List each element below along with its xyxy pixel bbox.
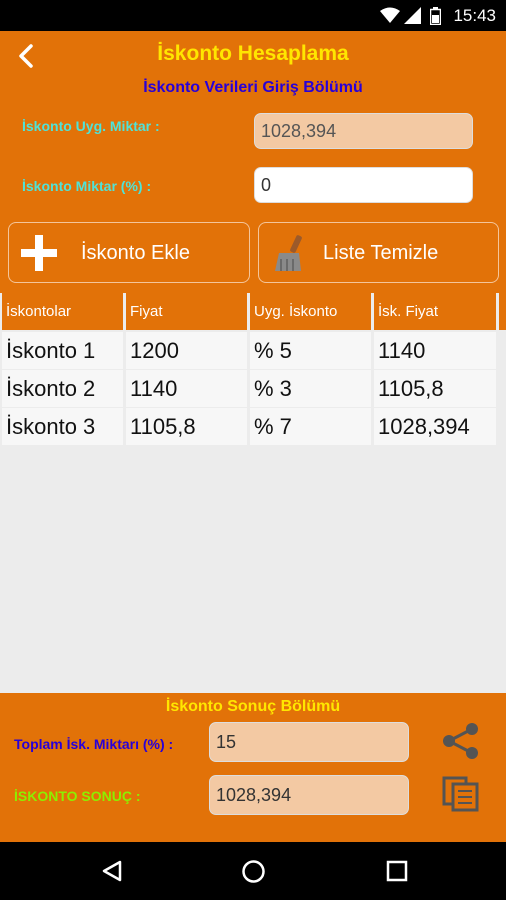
table-cell: 1140	[126, 370, 247, 407]
clear-list-label: Liste Temizle	[323, 242, 439, 264]
discount-percent-input[interactable]: 0	[254, 167, 473, 203]
total-discount-label: Toplam İsk. Miktarı (%) :	[14, 736, 174, 752]
table-cell: İskonto 3	[2, 408, 123, 445]
home-nav-icon[interactable]	[241, 859, 266, 884]
table-cell: % 5	[250, 332, 371, 369]
back-nav-icon[interactable]	[100, 859, 124, 883]
column-header-edge	[499, 293, 506, 330]
applied-amount-field: 1028,394	[254, 113, 473, 149]
table-cell: 1200	[126, 332, 247, 369]
copy-icon[interactable]	[442, 776, 480, 812]
table-cell: 1028,394	[374, 408, 496, 445]
section-subtitle: İskonto Verileri Giriş Bölümü	[143, 79, 363, 96]
recents-nav-icon[interactable]	[386, 860, 408, 882]
applied-amount-label: İskonto Uyg. Miktar :	[22, 118, 160, 134]
share-icon[interactable]	[441, 723, 481, 759]
table-cell: 1140	[374, 332, 496, 369]
clear-list-button[interactable]: Liste Temizle	[258, 222, 499, 283]
plus-icon	[21, 235, 57, 271]
table-cell: % 3	[250, 370, 371, 407]
add-discount-label: İskonto Ekle	[81, 242, 190, 264]
table-cell: % 7	[250, 408, 371, 445]
add-discount-button[interactable]: İskonto Ekle	[8, 222, 250, 283]
column-header: İskontolar	[2, 293, 123, 330]
table-cell: 1105,8	[126, 408, 247, 445]
navigation-bar	[0, 842, 506, 900]
column-header: İsk. Fiyat	[374, 293, 496, 330]
table-cell: 1105,8	[374, 370, 496, 407]
table-cell: İskonto 1	[2, 332, 123, 369]
wifi-icon	[380, 7, 400, 23]
result-section-title: İskonto Sonuç Bölümü	[165, 698, 341, 715]
discount-result-field: 1028,394	[209, 775, 409, 815]
broom-icon	[275, 235, 302, 271]
table-cell: İskonto 2	[2, 370, 123, 407]
battery-icon	[430, 7, 441, 25]
page-title: İskonto Hesaplama	[157, 42, 349, 65]
total-discount-field: 15	[209, 722, 409, 762]
status-bar: 15:43	[0, 0, 506, 31]
clock: 15:43	[453, 6, 496, 25]
column-header: Uyg. İskonto	[250, 293, 371, 330]
column-header: Fiyat	[126, 293, 247, 330]
discount-percent-label: İskonto Miktar (%) :	[22, 178, 152, 194]
signal-icon	[404, 7, 421, 24]
discount-result-label: İSKONTO SONUÇ :	[14, 788, 141, 804]
